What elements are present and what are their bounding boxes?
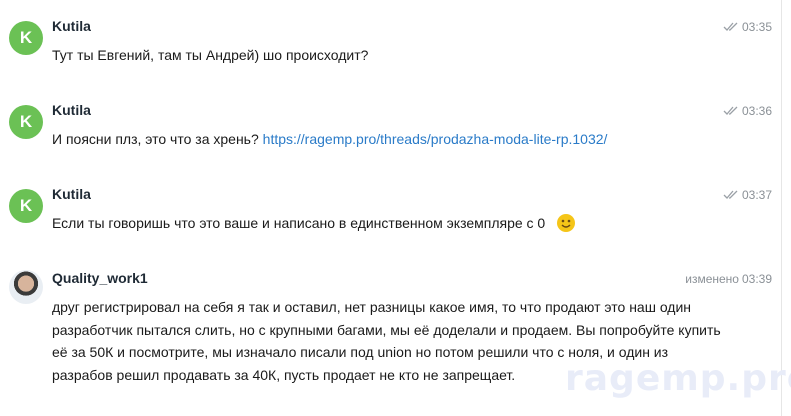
author-name[interactable]: Kutila: [52, 18, 91, 34]
message-text: Если ты говоришь что это ваше и написано…: [52, 212, 576, 235]
avatar[interactable]: K: [9, 189, 43, 223]
avatar[interactable]: K: [9, 21, 43, 55]
double-check-icon: [723, 106, 738, 115]
message-text-body: Если ты говоришь что это ваше и написано…: [52, 215, 546, 231]
message-meta: 03:36: [723, 104, 772, 118]
edited-label: изменено: [685, 272, 739, 286]
avatar[interactable]: [9, 270, 43, 304]
message-meta: 03:37: [723, 188, 772, 202]
message-meta: изменено 03:39: [685, 272, 772, 286]
message-text: И поясни плз, это что за хрень? https://…: [52, 128, 607, 151]
author-name[interactable]: Quality_work1: [52, 270, 148, 286]
message-text-body: И поясни плз, это что за хрень?: [52, 131, 259, 147]
double-check-icon: [723, 22, 738, 31]
message-time: 03:36: [741, 104, 772, 118]
message-time: 03:37: [741, 188, 772, 202]
message-line: разработчик пытался слить, но с крупными…: [52, 321, 721, 338]
author-name[interactable]: Kutila: [52, 102, 91, 118]
message-time: 03:35: [741, 20, 772, 34]
watermark: ragemp.pro: [565, 358, 791, 399]
author-name[interactable]: Kutila: [52, 186, 91, 202]
message-meta: 03:35: [723, 20, 772, 34]
message-text: Тут ты Евгений, там ты Андрей) шо происх…: [52, 47, 369, 63]
double-check-icon: [723, 190, 738, 199]
scrollbar-divider: [781, 0, 782, 416]
message-line: друг регистрировал на себя я так и остав…: [52, 299, 692, 315]
message-time: 03:39: [741, 272, 772, 286]
message-link[interactable]: https://ragemp.pro/threads/prodazha-moda…: [263, 131, 608, 147]
avatar[interactable]: K: [9, 105, 43, 139]
smile-emoji-icon: [557, 214, 576, 232]
